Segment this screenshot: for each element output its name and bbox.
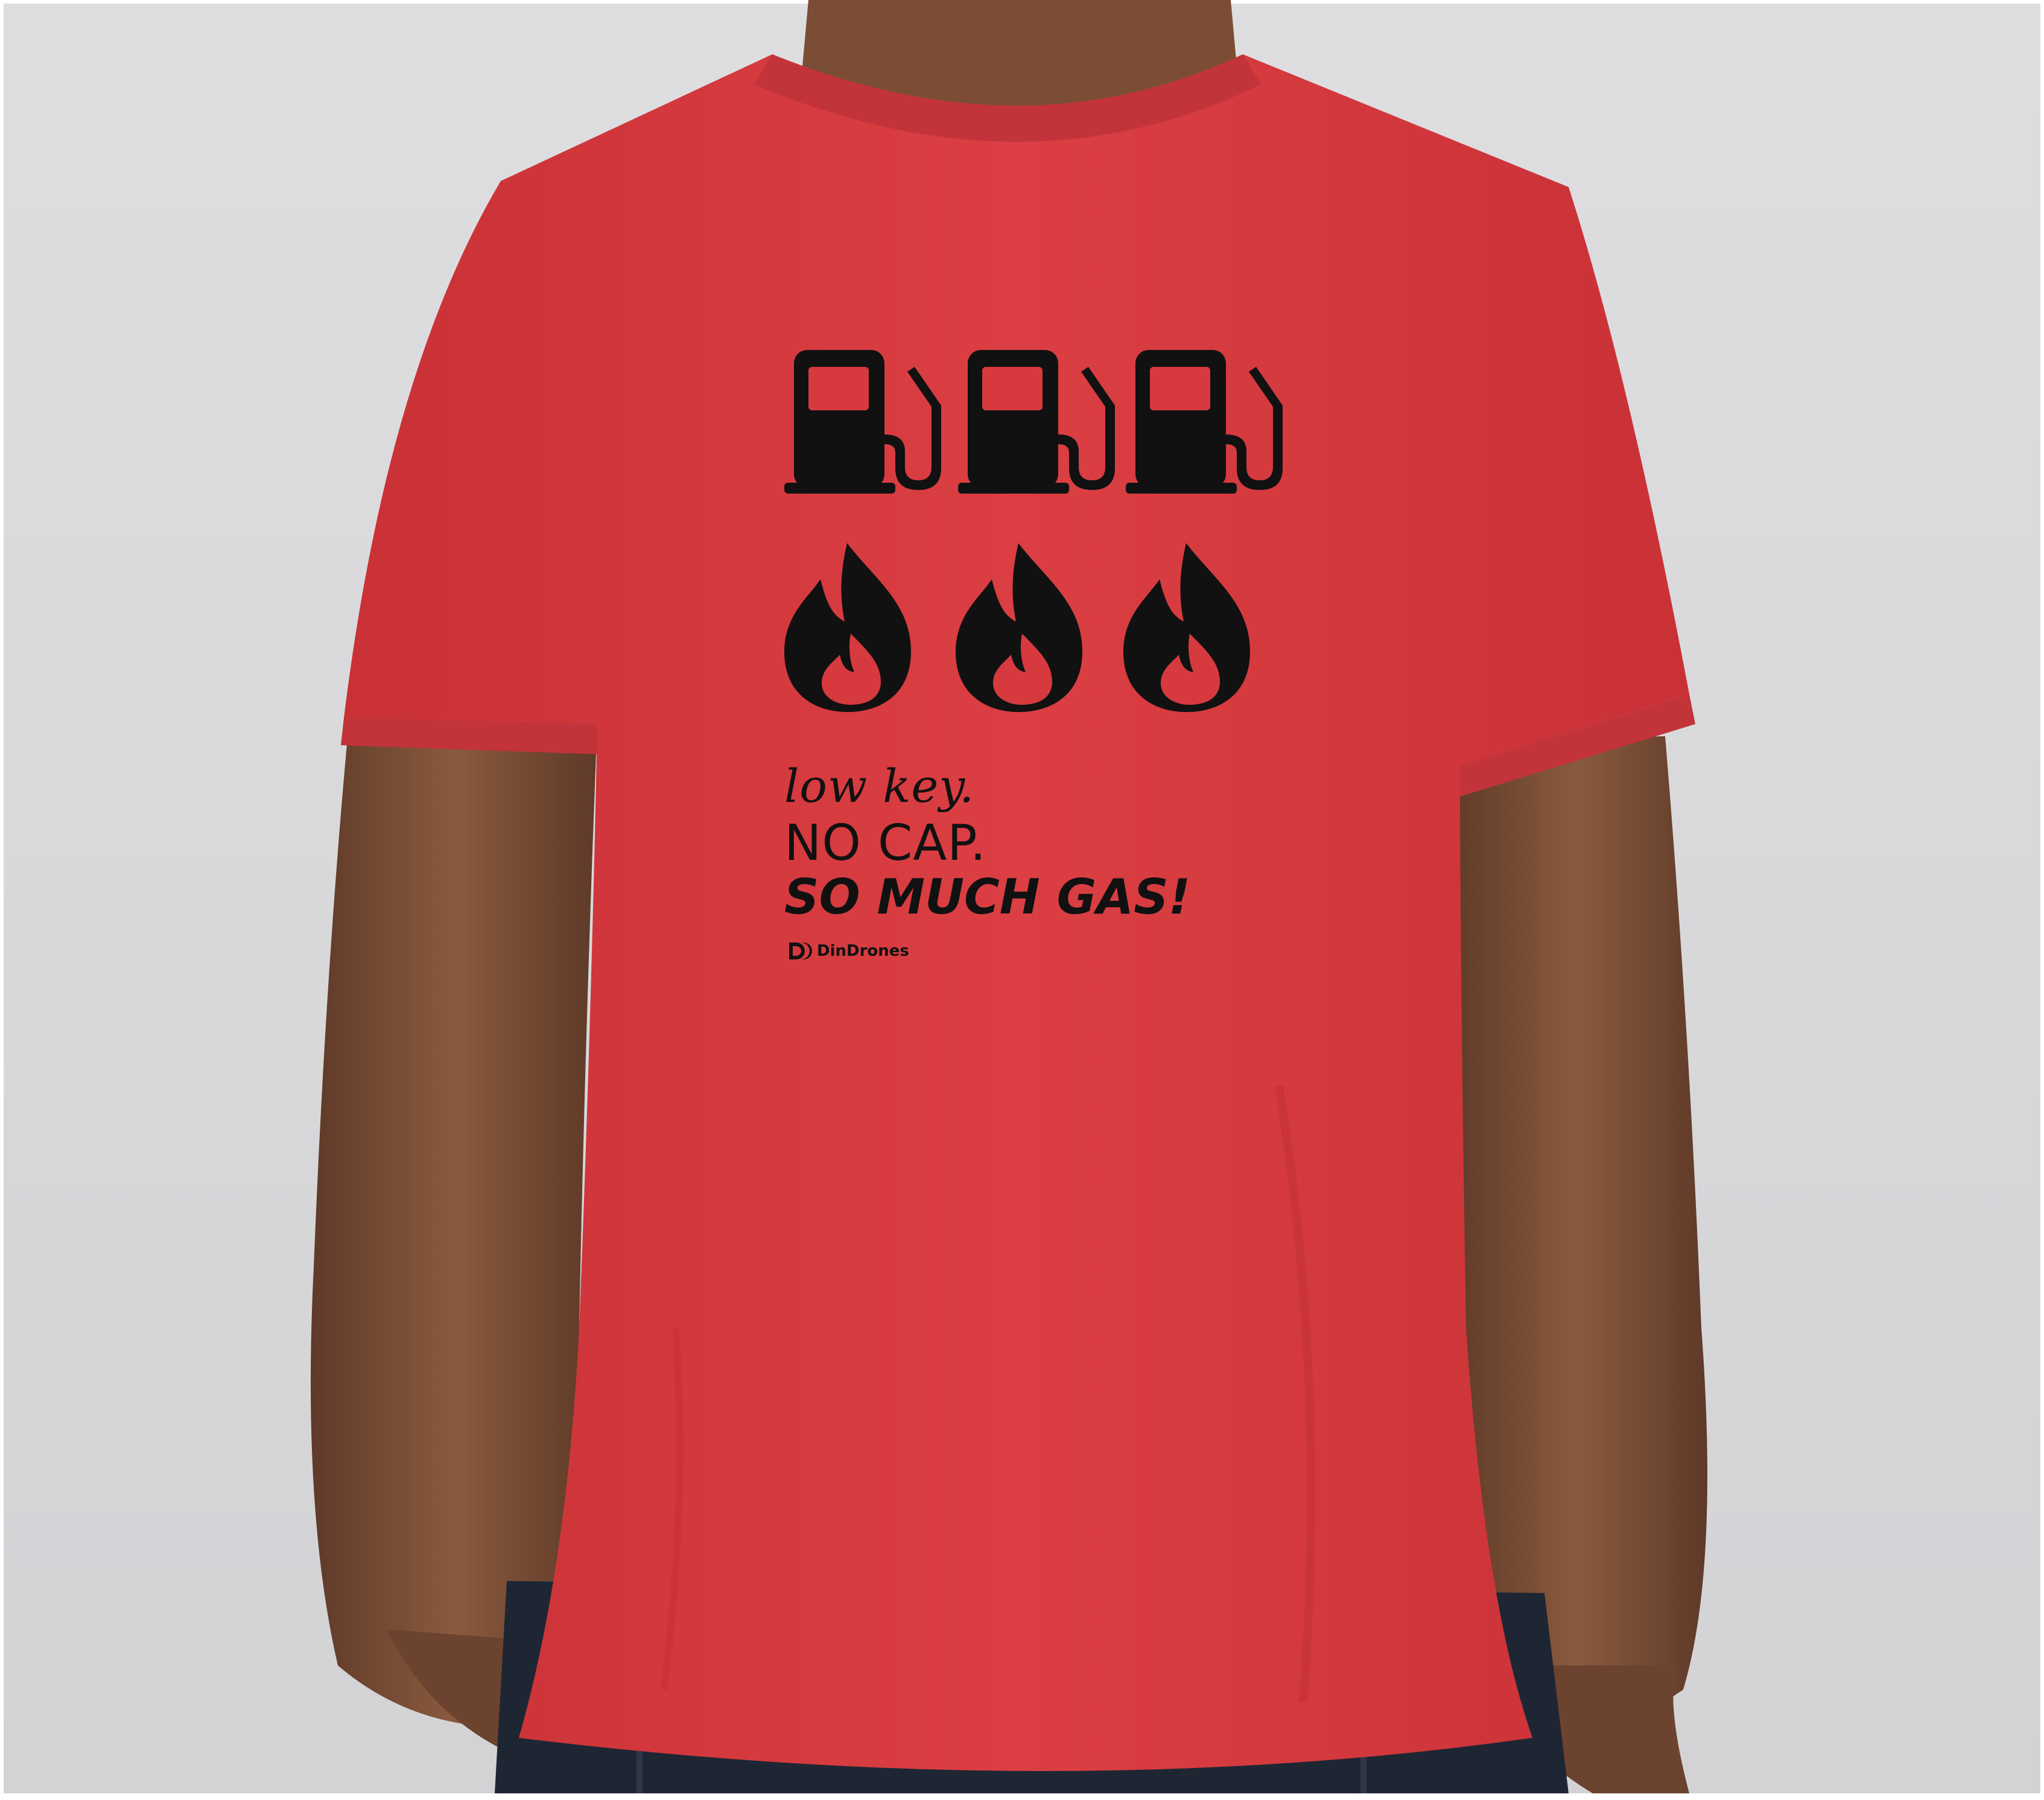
brand-logo: DinDrones xyxy=(788,939,909,963)
left-arm xyxy=(311,712,597,1728)
print-line-low-key: low key. xyxy=(784,759,975,813)
product-photo: low key. NO CAP. SO MUCH GAS! DinDrones xyxy=(0,0,2044,1797)
brand-mark-icon xyxy=(789,943,812,959)
brand-name: DinDrones xyxy=(817,942,909,960)
print-line-so-much-gas: SO MUCH GAS! xyxy=(784,869,1191,925)
print-line-no-cap: NO CAP. xyxy=(784,815,987,872)
gas-pump-icon-row xyxy=(784,350,1283,494)
